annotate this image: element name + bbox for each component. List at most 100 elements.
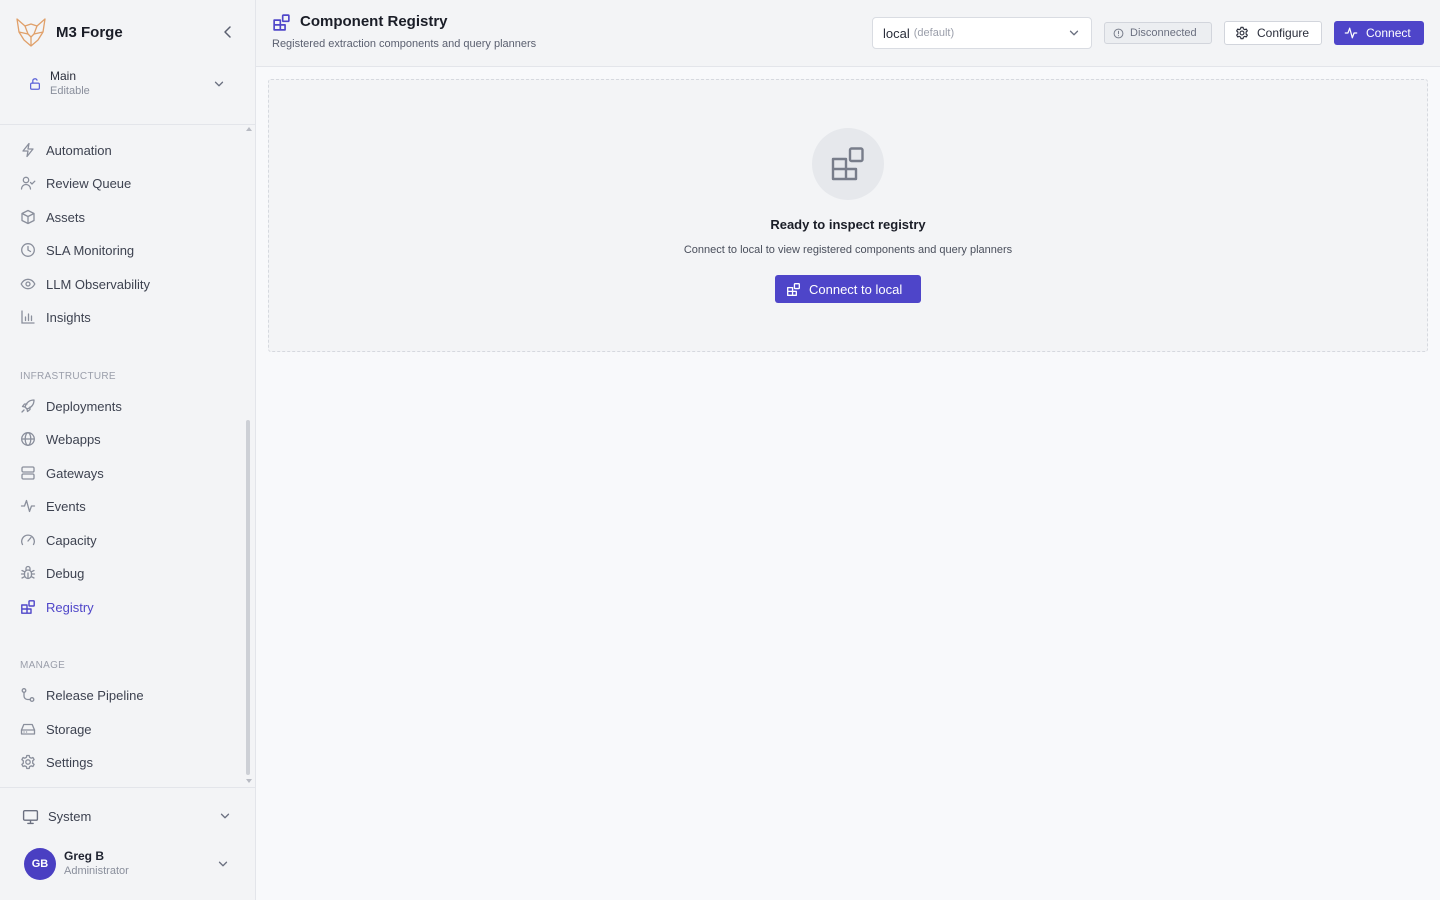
sidebar-item-label: Deployments — [46, 398, 122, 414]
environment-hint: (default) — [913, 27, 955, 39]
eye-icon — [20, 278, 36, 290]
chevron-down-icon — [218, 861, 228, 867]
connect-to-local-label: Connect to local — [809, 281, 903, 297]
connect-label: Connect — [1366, 26, 1411, 40]
sidebar-item-insights[interactable]: Insights — [14, 303, 240, 331]
empty-state-icon-circle — [812, 128, 884, 200]
monitor-icon — [22, 809, 39, 824]
sidebar-item-assets[interactable]: Assets — [14, 203, 240, 231]
section-label-manage: MANAGE — [20, 660, 66, 671]
sidebar-item-label: Review Queue — [46, 175, 132, 191]
zap-icon — [22, 142, 34, 158]
server-icon — [21, 466, 35, 480]
hard-drive-icon — [20, 723, 36, 735]
status-badge: Disconnected — [1104, 22, 1212, 44]
info-icon — [1113, 28, 1124, 38]
connect-to-local-button[interactable]: Connect to local — [775, 275, 921, 303]
app-name: M3 Forge — [56, 23, 123, 41]
bar-chart-icon — [21, 310, 35, 324]
sidebar-item-sla-monitoring[interactable]: SLA Monitoring — [14, 236, 240, 264]
clock-icon — [21, 243, 35, 257]
configure-label: Configure — [1257, 26, 1310, 40]
page-title: Component Registry — [300, 13, 448, 30]
sidebar-item-label: Assets — [46, 209, 86, 225]
unlock-icon — [30, 78, 40, 90]
sidebar-item-label: Storage — [46, 721, 92, 737]
user-name: Greg B — [64, 849, 105, 863]
sidebar-item-label: Release Pipeline — [46, 687, 144, 703]
system-label: System — [48, 808, 92, 824]
environment-select[interactable]: local (default) — [872, 17, 1092, 49]
empty-state-description: Connect to local to view registered comp… — [683, 244, 1013, 256]
page-header: Component Registry Registered extraction… — [256, 0, 1440, 67]
configure-button[interactable]: Configure — [1224, 21, 1322, 45]
system-menu[interactable]: System — [14, 802, 242, 830]
sidebar-item-registry[interactable]: Registry — [14, 593, 240, 621]
sidebar-item-debug[interactable]: Debug — [14, 559, 240, 587]
sidebar-item-llm-observability[interactable]: LLM Observability — [14, 270, 240, 298]
blocks-icon — [787, 282, 800, 296]
globe-icon — [21, 432, 35, 446]
sidebar-item-label: Settings — [46, 754, 93, 770]
bug-icon — [20, 565, 36, 580]
sidebar-item-capacity[interactable]: Capacity — [14, 526, 240, 554]
sidebar-item-deployments[interactable]: Deployments — [14, 392, 240, 420]
sidebar-item-settings[interactable]: Settings — [14, 748, 240, 776]
section-label-infrastructure: INFRASTRUCTURE — [20, 371, 116, 382]
sidebar-divider — [0, 124, 255, 125]
package-icon — [21, 209, 35, 225]
sidebar-item-label: Webapps — [46, 431, 101, 447]
user-role: Administrator — [64, 865, 129, 877]
sidebar-scrollbar[interactable] — [246, 420, 250, 775]
fox-logo-icon — [16, 18, 46, 47]
gear-icon — [1236, 26, 1248, 40]
sidebar-item-events[interactable]: Events — [14, 492, 240, 520]
scroll-up-arrow[interactable] — [246, 127, 252, 131]
sidebar-item-label: Registry — [46, 599, 94, 615]
sidebar: M3 Forge Main Editable Automation Review… — [0, 0, 256, 900]
sidebar-item-label: SLA Monitoring — [46, 242, 135, 258]
blocks-icon — [21, 600, 35, 614]
connect-button[interactable]: Connect — [1334, 21, 1424, 45]
blocks-icon — [831, 147, 864, 181]
sidebar-item-label: Insights — [46, 309, 91, 325]
branch-mode: Editable — [50, 85, 90, 97]
brand[interactable]: M3 Forge — [14, 14, 242, 50]
sidebar-item-label: LLM Observability — [46, 276, 151, 292]
status-text: Disconnected — [1130, 27, 1197, 39]
sidebar-item-label: Capacity — [46, 532, 97, 548]
gauge-icon — [21, 534, 35, 546]
page-subtitle: Registered extraction components and que… — [272, 38, 537, 50]
blocks-icon — [273, 14, 290, 31]
sidebar-item-label: Events — [46, 498, 86, 514]
user-menu[interactable]: GB Greg B Administrator — [14, 846, 242, 882]
sidebar-item-review-queue[interactable]: Review Queue — [14, 169, 240, 197]
sidebar-item-label: Gateways — [46, 465, 104, 481]
activity-icon — [1344, 27, 1358, 39]
empty-state-title: Ready to inspect registry — [770, 217, 926, 232]
registry-empty-state: Ready to inspect registry Connect to loc… — [268, 79, 1428, 352]
scroll-down-arrow[interactable] — [246, 779, 252, 783]
sidebar-item-label: Debug — [46, 565, 85, 581]
chevron-down-icon — [214, 81, 224, 87]
branch-text: Main Editable — [50, 69, 90, 99]
sidebar-divider — [0, 787, 255, 788]
sidebar-item-automation[interactable]: Automation — [14, 136, 240, 164]
user-text: Greg B Administrator — [64, 849, 129, 879]
sidebar-item-gateways[interactable]: Gateways — [14, 459, 240, 487]
activity-icon — [20, 499, 36, 513]
sidebar-item-storage[interactable]: Storage — [14, 715, 240, 743]
user-check-icon — [20, 176, 36, 190]
branch-switcher[interactable]: Main Editable — [14, 64, 242, 104]
environment-value: local — [883, 25, 910, 41]
chevron-down-icon — [220, 813, 230, 819]
avatar: GB — [24, 848, 56, 880]
git-branch-icon — [21, 688, 35, 702]
rocket-icon — [21, 399, 35, 413]
chevron-down-icon — [1069, 30, 1079, 36]
sidebar-item-label: Automation — [46, 142, 112, 158]
sidebar-item-webapps[interactable]: Webapps — [14, 425, 240, 453]
gear-icon — [21, 754, 35, 770]
sidebar-item-release-pipeline[interactable]: Release Pipeline — [14, 681, 240, 709]
collapse-sidebar-icon[interactable] — [220, 24, 236, 40]
